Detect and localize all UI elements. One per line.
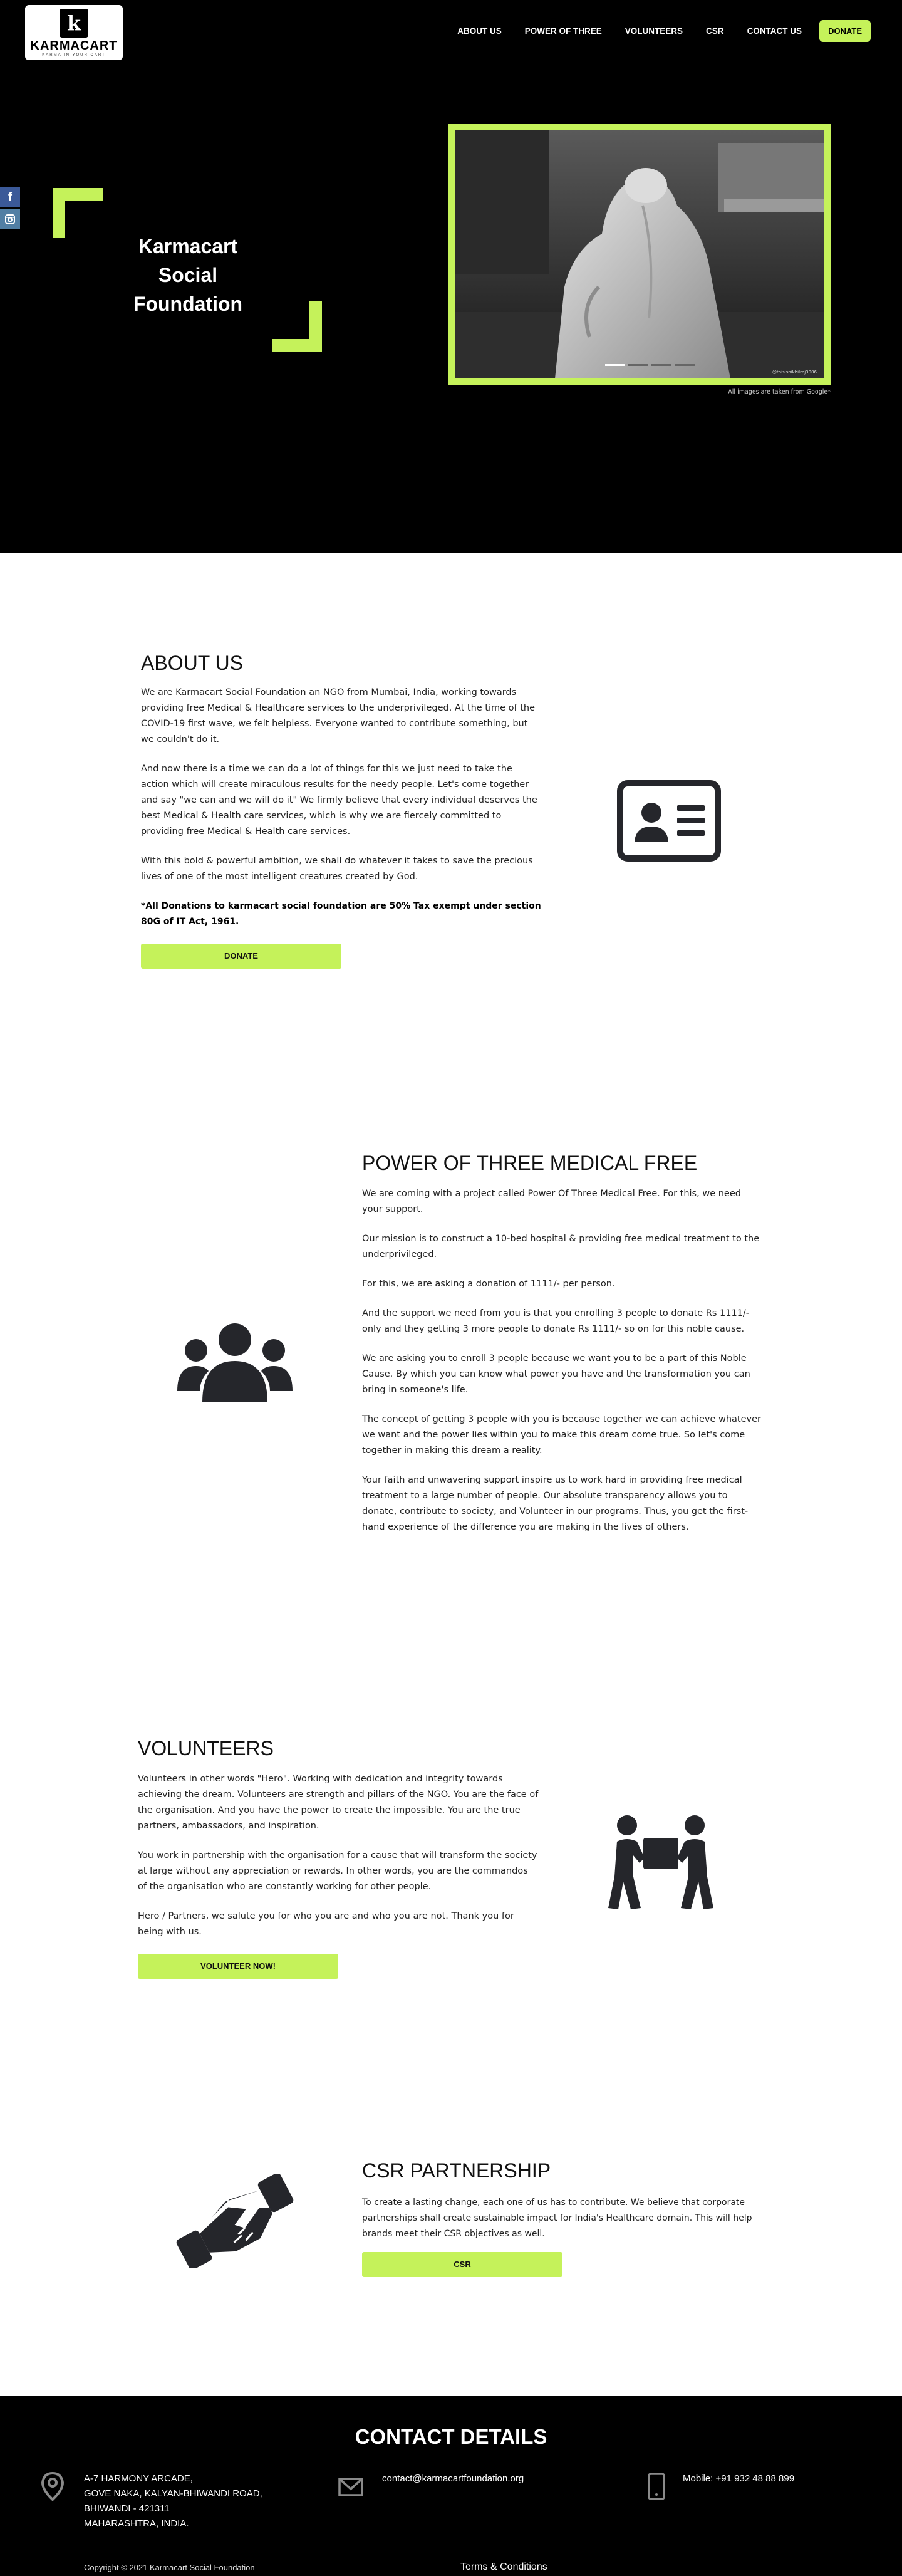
contact-phone: Mobile: +91 932 48 88 899 [644,2471,794,2501]
about-paragraph: We are Karmacart Social Foundation an NG… [141,687,536,744]
email-link[interactable]: contact@karmacartfoundation.org [382,2471,524,2501]
power-paragraph: The concept of getting 3 people with you… [362,1414,761,1456]
about-paragraph: And now there is a time we can do a lot … [141,764,537,837]
power-heading: POWER OF THREE MEDICAL FREE [362,1152,698,1174]
carousel-indicators [605,364,698,366]
csr-paragraph: To create a lasting change, each one of … [362,2198,752,2239]
power-paragraph: We are asking you to enroll 3 people bec… [362,1353,750,1395]
nav-contact-us[interactable]: CONTACT US [747,26,802,36]
csr-section: CSR PARTNERSHIP To create a lasting chan… [362,2159,763,2277]
about-section: ABOUT US We are Karmacart Social Foundat… [141,652,542,969]
address-line: MAHARASHTRA, INDIA. [84,2518,189,2529]
phone-link[interactable]: Mobile: +91 932 48 88 899 [683,2471,794,2501]
instagram-icon[interactable] [0,209,20,229]
photo-credit: @thisisnikhilraj3006 [772,370,817,375]
address-line: A-7 HARMONY ARCADE, [84,2473,193,2484]
main-nav: ABOUT US POWER OF THREE VOLUNTEERS CSR C… [434,20,871,42]
hero-title: Karmacart Social Foundation [133,235,243,315]
volunteers-paragraph: Hero / Partners, we salute you for who y… [138,1911,514,1937]
volunteers-section: VOLUNTEERS Volunteers in other words "He… [138,1737,539,1979]
hero-carousel-image[interactable]: @thisisnikhilraj3006 [448,124,831,385]
address-lines: A-7 HARMONY ARCADE, GOVE NAKA, KALYAN-BH… [84,2471,262,2532]
power-paragraph: Our mission is to construct a 10-bed hos… [362,1234,760,1259]
nav-donate-button[interactable]: DONATE [819,20,871,42]
logo-tagline: KARMA IN YOUR CART [42,53,106,57]
power-of-three-section: POWER OF THREE MEDICAL FREE We are comin… [362,1152,763,1549]
facebook-icon[interactable]: f [0,187,20,207]
people-carry-box-icon [604,1814,717,1914]
nav-csr[interactable]: CSR [706,26,724,36]
power-paragraph: And the support we need from you is that… [362,1308,750,1334]
volunteers-paragraph: Volunteers in other words "Hero". Workin… [138,1774,539,1831]
contact-address: A-7 HARMONY ARCADE, GOVE NAKA, KALYAN-BH… [40,2471,262,2532]
copyright-text: Copyright © 2021 Karmacart Social Founda… [84,2563,255,2572]
carousel-dot[interactable] [605,364,625,366]
decorative-bracket-bottom-right [272,301,322,352]
tax-exempt-note: *All Donations to karmacart social found… [141,901,541,927]
site-header: k KARMACART KARMA IN YOUR CART ABOUT US … [0,0,902,63]
contact-email: contact@karmacartfoundation.org [338,2471,524,2501]
social-links: f [0,187,20,232]
id-card-icon [617,780,721,862]
mobile-phone-icon [644,2471,669,2501]
nav-volunteers[interactable]: VOLUNTEERS [625,26,683,36]
map-pin-icon [40,2471,65,2501]
address-line: GOVE NAKA, KALYAN-BHIWANDI ROAD, [84,2488,262,2499]
handshake-icon [175,2172,294,2270]
address-line: BHIWANDI - 421311 [84,2503,170,2514]
carousel-dot[interactable] [675,364,695,366]
power-paragraph: Your faith and unwavering support inspir… [362,1475,749,1532]
nav-power-of-three[interactable]: POWER OF THREE [525,26,602,36]
donate-button[interactable]: DONATE [141,944,341,969]
contact-footer: CONTACT DETAILS A-7 HARMONY ARCADE, GOVE… [0,2396,902,2576]
carousel-dot[interactable] [651,364,671,366]
volunteers-paragraph: You work in partnership with the organis… [138,1850,537,1892]
about-heading: ABOUT US [141,652,243,674]
hero-section: f Karmacart Social Foundation @thisisnik… [0,63,902,553]
group-icon [177,1322,293,1404]
carousel-dot[interactable] [628,364,648,366]
contact-heading: CONTACT DETAILS [355,2425,547,2448]
brand-logo[interactable]: k KARMACART KARMA IN YOUR CART [25,5,123,60]
csr-heading: CSR PARTNERSHIP [362,2159,551,2182]
decorative-bracket-top-left [53,188,103,238]
power-paragraph: For this, we are asking a donation of 11… [362,1279,615,1289]
image-source-note: All images are taken from Google* [728,388,831,395]
volunteers-heading: VOLUNTEERS [138,1737,274,1760]
logo-name: KARMACART [30,38,118,53]
volunteer-now-button[interactable]: VOLUNTEER NOW! [138,1954,338,1979]
about-paragraph: With this bold & powerful ambition, we s… [141,856,533,882]
logo-mark: k [60,8,88,38]
terms-link[interactable]: Terms & Conditions [460,2562,547,2573]
csr-button[interactable]: CSR [362,2252,562,2277]
envelope-icon [338,2471,363,2501]
nav-about-us[interactable]: ABOUT US [457,26,502,36]
power-paragraph: We are coming with a project called Powe… [362,1189,741,1214]
